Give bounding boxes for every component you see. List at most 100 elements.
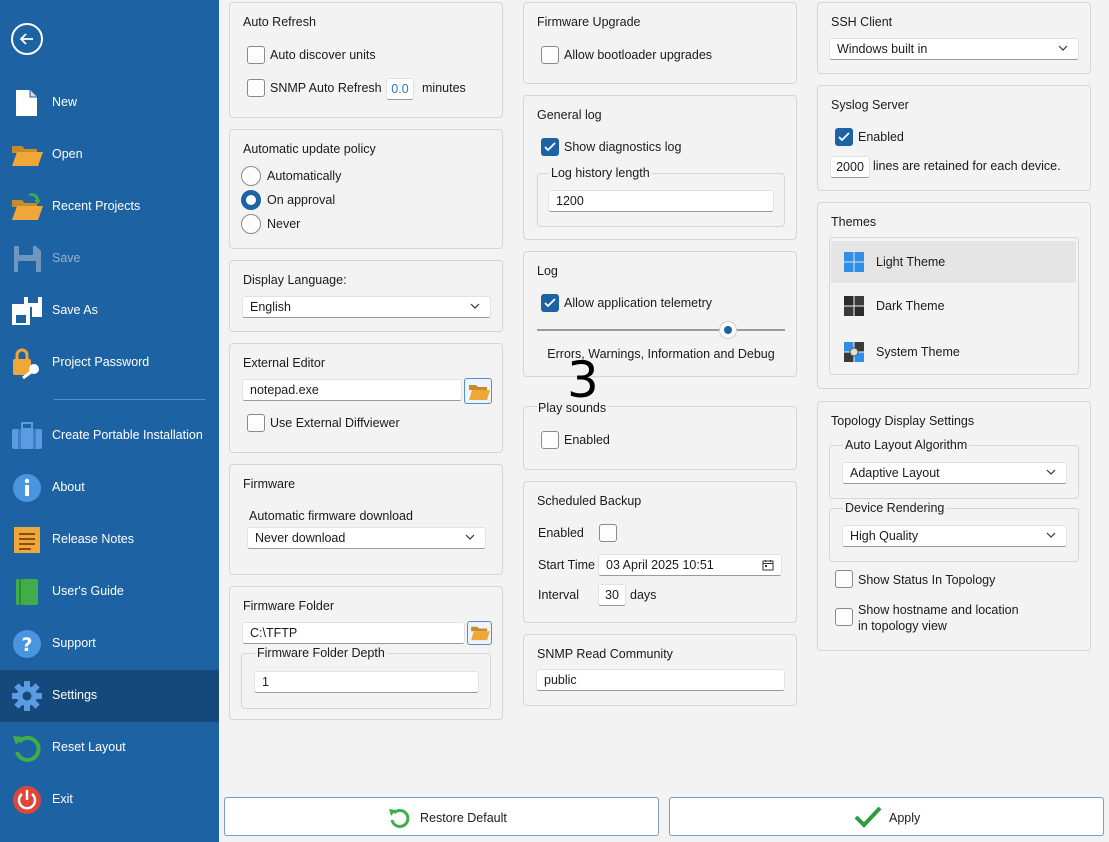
- browse-firmware-folder-button[interactable]: [467, 621, 492, 645]
- windows-system-icon: [844, 342, 864, 362]
- snmp-auto-refresh-label: SNMP Auto Refresh: [270, 81, 382, 95]
- general-log-group: General log Show diagnostics log Log his…: [523, 95, 797, 240]
- chevron-down-icon: [470, 303, 480, 309]
- scheduled-backup-group: Scheduled Backup Enabled Start Time 03 A…: [523, 481, 797, 623]
- firmware-folder-depth-input[interactable]: 1: [254, 671, 479, 693]
- sidebar-item-new[interactable]: New: [0, 77, 219, 129]
- overlay-number: 3: [567, 351, 599, 409]
- sidebar: New Open Recent Projects Save Save As Pr…: [0, 0, 219, 842]
- show-hostname-label-line2: in topology view: [858, 619, 947, 633]
- auto-refresh-group: Auto Refresh Auto discover units SNMP Au…: [229, 2, 503, 118]
- notes-icon: [14, 527, 40, 553]
- show-diagnostics-checkbox[interactable]: [541, 138, 559, 156]
- show-status-checkbox[interactable]: [835, 570, 853, 588]
- select-value: Adaptive Layout: [850, 466, 940, 480]
- sidebar-item-open[interactable]: Open: [0, 129, 219, 181]
- group-title: Play sounds: [537, 401, 608, 415]
- group-title: Firmware Folder Depth: [255, 646, 387, 660]
- sidebar-item-recent-projects[interactable]: Recent Projects: [0, 181, 219, 233]
- display-language-select[interactable]: English: [242, 296, 491, 318]
- snmp-refresh-interval-input[interactable]: 0.0: [386, 78, 414, 100]
- sidebar-item-save-as[interactable]: Save As: [0, 285, 219, 337]
- firmware-folder-input[interactable]: C:\TFTP: [242, 622, 465, 644]
- save-as-icon: [12, 297, 42, 325]
- update-automatically-radio[interactable]: [241, 166, 261, 186]
- restore-default-button[interactable]: Restore Default: [224, 797, 659, 836]
- calendar-icon[interactable]: [762, 559, 774, 571]
- syslog-lines-input[interactable]: 2000: [830, 156, 870, 178]
- sidebar-item-create-portable-installation[interactable]: Create Portable Installation: [0, 410, 219, 462]
- diagnostics-label: Show diagnostics log: [564, 140, 682, 154]
- group-title: Firmware Folder: [243, 599, 334, 613]
- chevron-down-icon: [1046, 532, 1056, 538]
- sidebar-item-users-guide[interactable]: User's Guide: [0, 566, 219, 618]
- back-button[interactable]: [11, 23, 43, 55]
- show-hostname-label-line1: Show hostname and location: [858, 603, 1019, 617]
- sidebar-item-reset-layout[interactable]: Reset Layout: [0, 722, 219, 774]
- log-history-input[interactable]: 1200: [548, 190, 774, 212]
- backup-enabled-checkbox[interactable]: [599, 524, 617, 542]
- sidebar-item-label: Settings: [52, 688, 98, 702]
- sidebar-item-about[interactable]: About: [0, 462, 219, 514]
- days-label: days: [630, 588, 657, 602]
- sidebar-item-settings[interactable]: Settings: [0, 670, 219, 722]
- sidebar-item-label: Save As: [52, 303, 98, 317]
- snmp-community-group: SNMP Read Community public: [523, 634, 797, 706]
- checkmark-icon: [544, 142, 556, 152]
- theme-item-light[interactable]: Light Theme: [831, 241, 1076, 283]
- firmware-folder-depth-group: Firmware Folder Depth 1: [241, 646, 491, 709]
- checkmark-icon: [838, 132, 850, 142]
- start-time-label: Start Time: [538, 558, 595, 572]
- play-sounds-checkbox[interactable]: [541, 431, 559, 449]
- snmp-community-input[interactable]: public: [536, 669, 785, 691]
- sidebar-item-project-password[interactable]: Project Password: [0, 337, 219, 389]
- group-title: SNMP Read Community: [537, 647, 673, 661]
- play-sounds-group: Play sounds Enabled: [523, 401, 797, 470]
- auto-discover-label: Auto discover units: [270, 48, 376, 62]
- syslog-enabled-checkbox[interactable]: [835, 128, 853, 146]
- log-level-text: Errors, Warnings, Information and Debug: [547, 347, 775, 361]
- sidebar-item-label: Open: [52, 147, 83, 161]
- group-title: External Editor: [243, 356, 325, 370]
- firmware-download-select[interactable]: Never download: [247, 527, 486, 549]
- sidebar-item-label: New: [52, 95, 78, 109]
- syslog-lines-text: lines are retained for each device.: [873, 159, 1061, 173]
- update-on-approval-radio[interactable]: [241, 190, 261, 210]
- external-editor-input[interactable]: notepad.exe: [242, 379, 462, 401]
- recent-projects-icon: [12, 193, 43, 220]
- allow-bootloader-checkbox[interactable]: [541, 46, 559, 64]
- auto-discover-checkbox[interactable]: [247, 46, 265, 64]
- auto-layout-select[interactable]: Adaptive Layout: [842, 462, 1067, 484]
- open-folder-icon: [12, 146, 43, 166]
- select-value: Windows built in: [837, 42, 928, 56]
- select-value: High Quality: [850, 529, 919, 543]
- browse-editor-button[interactable]: [464, 378, 492, 404]
- allow-telemetry-checkbox[interactable]: [541, 294, 559, 312]
- update-never-radio[interactable]: [241, 214, 261, 234]
- briefcase-icon: [12, 422, 42, 449]
- start-time-input[interactable]: 03 April 2025 10:51: [598, 554, 782, 576]
- log-level-slider[interactable]: [537, 329, 785, 331]
- interval-input[interactable]: 30: [598, 584, 626, 606]
- log-level-slider-thumb[interactable]: [719, 321, 737, 339]
- svg-text:?: ?: [21, 634, 32, 656]
- sidebar-item-label: About: [52, 480, 85, 494]
- sidebar-item-save[interactable]: Save: [0, 233, 219, 285]
- device-rendering-select[interactable]: High Quality: [842, 525, 1067, 547]
- group-title: Auto Refresh: [243, 15, 316, 29]
- theme-item-system[interactable]: System Theme: [831, 331, 1076, 373]
- ssh-client-select[interactable]: Windows built in: [829, 38, 1079, 60]
- show-hostname-checkbox[interactable]: [835, 608, 853, 626]
- sidebar-item-support[interactable]: ? Support: [0, 618, 219, 670]
- bootloader-label: Allow bootloader upgrades: [564, 48, 713, 62]
- diffviewer-label: Use External Diffviewer: [270, 416, 400, 430]
- apply-button[interactable]: Apply: [669, 797, 1104, 836]
- snmp-auto-refresh-checkbox[interactable]: [247, 79, 265, 97]
- syslog-enabled-label: Enabled: [858, 130, 904, 144]
- firmware-group: Firmware Automatic firmware download Nev…: [229, 464, 503, 575]
- use-external-diffviewer-checkbox[interactable]: [247, 414, 265, 432]
- sidebar-item-release-notes[interactable]: Release Notes: [0, 514, 219, 566]
- sidebar-item-exit[interactable]: Exit: [0, 774, 219, 826]
- show-status-label: Show Status In Topology: [858, 573, 996, 587]
- theme-item-dark[interactable]: Dark Theme: [831, 285, 1076, 327]
